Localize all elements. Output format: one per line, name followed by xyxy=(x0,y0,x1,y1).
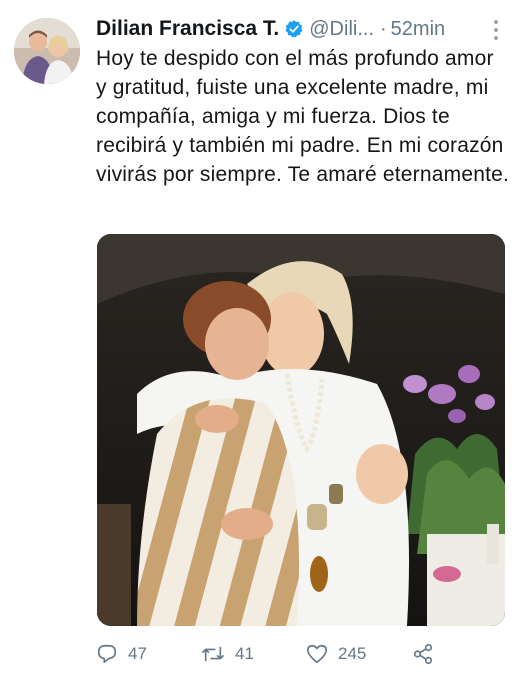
like-button[interactable]: 245 xyxy=(306,638,366,670)
retweet-icon xyxy=(202,646,224,662)
verified-badge-icon xyxy=(284,19,304,39)
like-icon xyxy=(307,644,327,664)
reply-button[interactable]: 47 xyxy=(96,638,147,670)
tweet-text: Hoy te despido con el más profundo amor … xyxy=(96,47,510,186)
avatar[interactable] xyxy=(14,18,80,84)
retweet-button[interactable]: 41 xyxy=(201,638,254,670)
share-button[interactable] xyxy=(412,638,444,670)
tweet[interactable]: Dilian Francisca T. @Dili... · 52min Hoy… xyxy=(0,0,520,688)
retweet-count: 41 xyxy=(235,644,254,663)
tweet-actions: 47 41 245 xyxy=(96,638,506,670)
reply-count: 47 xyxy=(128,644,147,663)
share-icon xyxy=(413,644,433,664)
like-count: 245 xyxy=(338,644,367,663)
more-options-icon[interactable] xyxy=(486,16,506,42)
author-name[interactable]: Dilian Francisca T. xyxy=(96,17,279,41)
tweet-header: Dilian Francisca T. @Dili... · 52min xyxy=(96,14,506,44)
reply-icon xyxy=(97,644,117,664)
timestamp[interactable]: 52min xyxy=(391,18,445,41)
separator-dot: · xyxy=(380,17,387,40)
author-handle[interactable]: @Dili... xyxy=(309,18,374,41)
tweet-photo[interactable] xyxy=(97,234,505,626)
